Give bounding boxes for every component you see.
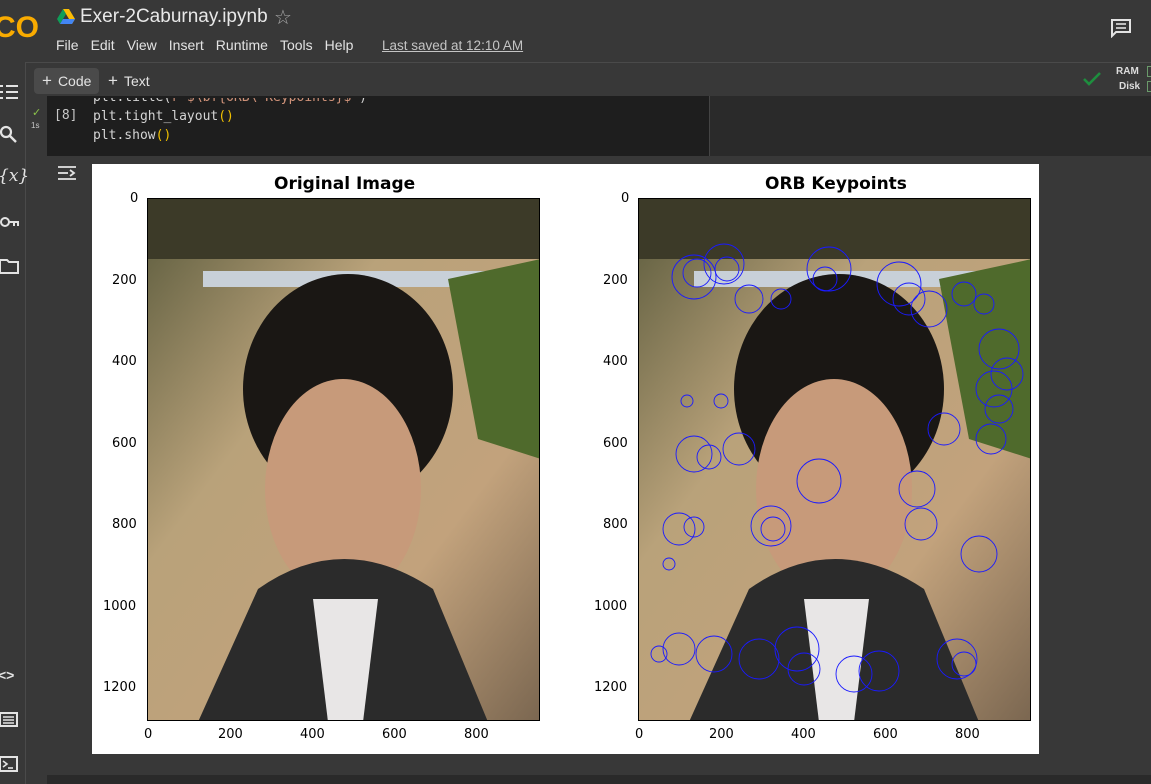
menu-insert[interactable]: Insert — [169, 37, 204, 53]
code-snippets-icon[interactable]: <> — [0, 667, 18, 687]
right-y-tick-1200: 1200 — [594, 680, 628, 695]
left-y-tick-800: 800 — [112, 517, 137, 532]
left-y-tick-200: 200 — [112, 273, 137, 288]
left-y-tick-1000: 1000 — [103, 599, 137, 614]
plus-icon: + — [42, 71, 52, 90]
add-code-button[interactable]: + Code — [34, 68, 100, 94]
command-palette-icon[interactable] — [0, 710, 20, 730]
right-x-tick-600: 600 — [873, 727, 898, 742]
variables-icon[interactable]: {x} — [0, 166, 29, 186]
next-cell-edge — [47, 775, 1151, 784]
notebook-title[interactable]: Exer-2Caburnay.ipynb — [80, 6, 268, 28]
left-x-tick-400: 400 — [300, 727, 325, 742]
left-y-tick-1200: 1200 — [103, 680, 137, 695]
right-y-tick-600: 600 — [603, 436, 628, 451]
disk-label: Disk — [1119, 81, 1141, 92]
left-y-tick-0: 0 — [130, 191, 139, 206]
menu-tools[interactable]: Tools — [280, 37, 313, 53]
output-actions-icon[interactable] — [56, 163, 78, 183]
right-y-tick-800: 800 — [603, 517, 628, 532]
key-icon[interactable] — [0, 212, 20, 232]
add-code-label: Code — [57, 73, 92, 89]
menu-file[interactable]: File — [56, 37, 79, 53]
disk-meter[interactable] — [1147, 81, 1151, 92]
right-y-tick-0: 0 — [621, 191, 630, 206]
ram-label: RAM — [1116, 66, 1139, 77]
left-rail: {x} <> — [0, 62, 29, 784]
left-plot-title: Original Image — [274, 174, 416, 194]
menu-runtime[interactable]: Runtime — [216, 37, 268, 53]
star-icon[interactable]: ☆ — [274, 5, 292, 30]
left-x-tick-0: 0 — [144, 727, 153, 742]
folder-icon[interactable] — [0, 256, 20, 276]
drive-icon[interactable] — [57, 9, 75, 25]
comment-icon[interactable] — [1110, 18, 1132, 38]
left-x-tick-800: 800 — [464, 727, 489, 742]
add-text-label: Text — [123, 73, 150, 89]
matplotlib-figure: Original Image ORB Keypoints 0 200 400 6… — [92, 164, 1039, 754]
add-text-button[interactable]: + Text — [100, 68, 158, 94]
right-x-tick-0: 0 — [635, 727, 644, 742]
code-line-3[interactable]: plt.show() — [93, 128, 171, 143]
menu-edit[interactable]: Edit — [91, 37, 115, 53]
right-x-tick-200: 200 — [709, 727, 734, 742]
right-x-tick-400: 400 — [791, 727, 816, 742]
code-line-2[interactable]: plt.tight_layout() — [93, 109, 234, 124]
terminal-icon[interactable] — [0, 754, 20, 774]
cell-divider — [709, 96, 710, 156]
table-of-contents-icon[interactable] — [0, 82, 20, 102]
execution-count: [8] — [54, 108, 78, 123]
right-x-tick-800: 800 — [955, 727, 980, 742]
connected-check-icon[interactable] — [1082, 71, 1102, 87]
right-y-tick-1000: 1000 — [594, 599, 628, 614]
run-time: 1s — [31, 121, 40, 130]
colab-app: CO Exer-2Caburnay.ipynb ☆ File Edit View… — [0, 0, 1151, 784]
right-y-tick-200: 200 — [603, 273, 628, 288]
code-cell-right-pane — [710, 96, 1151, 156]
left-y-tick-400: 400 — [112, 354, 137, 369]
run-success-icon[interactable]: ✓ — [32, 106, 41, 119]
plus-icon: + — [108, 71, 118, 90]
left-y-tick-600: 600 — [112, 436, 137, 451]
right-plot-title: ORB Keypoints — [765, 174, 907, 194]
toolbar: + Code + Text RAM Disk — [26, 62, 1151, 96]
original-image — [147, 198, 540, 721]
right-y-tick-400: 400 — [603, 354, 628, 369]
menu-help[interactable]: Help — [325, 37, 354, 53]
colab-logo[interactable]: CO — [0, 8, 44, 44]
last-saved-link[interactable]: Last saved at 12:10 AM — [382, 38, 523, 53]
ram-meter[interactable] — [1147, 66, 1151, 77]
left-x-tick-200: 200 — [218, 727, 243, 742]
svg-text:CO: CO — [0, 11, 39, 44]
menu-view[interactable]: View — [127, 37, 157, 53]
menu-bar: File Edit View Insert Runtime Tools Help — [56, 37, 365, 53]
orb-keypoints-image — [638, 198, 1031, 721]
left-x-tick-600: 600 — [382, 727, 407, 742]
header-bar: CO Exer-2Caburnay.ipynb ☆ File Edit View… — [0, 0, 1151, 62]
search-icon[interactable] — [0, 125, 20, 145]
